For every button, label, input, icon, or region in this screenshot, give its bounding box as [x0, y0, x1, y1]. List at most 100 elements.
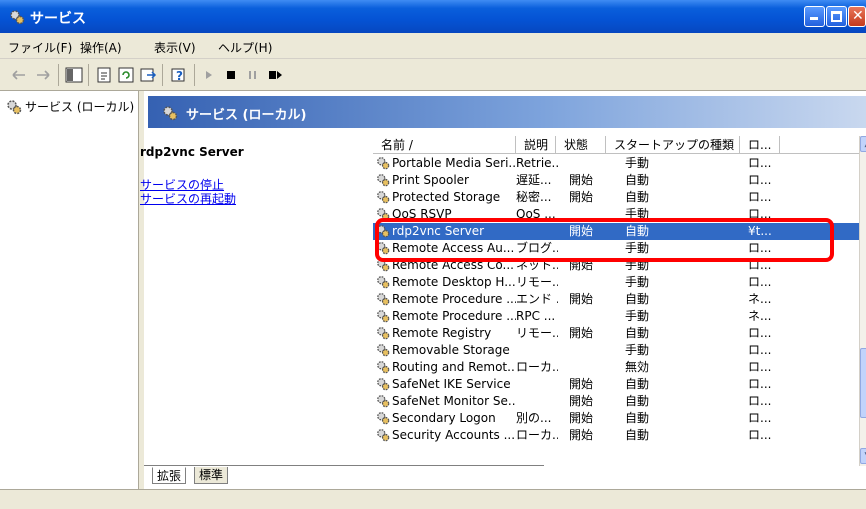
cell-status: 開始 — [569, 394, 594, 408]
cell-logon: ロ... — [748, 394, 772, 408]
cell-logon: ロ... — [748, 190, 772, 204]
details-pane: サービス (ローカル) rdp2vnc Server サービスの停止 サービスの… — [140, 91, 866, 489]
cell-name: Removable Storage — [392, 343, 510, 357]
service-row[interactable]: Remote Procedure ...エンド ... 開始 自動 ネ... — [373, 291, 859, 308]
cell-description: 別の... — [516, 411, 552, 425]
service-row[interactable]: Remote Access Au...ブログ... 手動 ロ... — [373, 240, 859, 257]
restart-icon[interactable] — [266, 66, 284, 84]
back-arrow-icon[interactable] — [10, 66, 28, 84]
cell-description: ネット... — [516, 258, 558, 272]
service-row[interactable]: SafeNet Monitor Se... 開始 自動 ロ... — [373, 393, 859, 410]
column-header-blank — [780, 136, 859, 154]
service-row[interactable]: rdp2vnc Server 開始 自動 ¥t... — [373, 223, 859, 240]
cell-logon: ロ... — [748, 156, 772, 170]
cell-description: ローカ... — [516, 428, 558, 442]
minimize-button[interactable] — [804, 6, 825, 27]
service-row[interactable]: Print Spooler 遅延... 開始 自動 ロ... — [373, 172, 859, 189]
cell-status: 開始 — [569, 428, 594, 442]
tab-standard[interactable]: 標準 — [194, 467, 229, 484]
cell-description: リモー... — [516, 326, 558, 340]
export-icon[interactable] — [139, 66, 157, 84]
service-row[interactable]: Remote Procedure ... RPC ... 手動 ネ... — [373, 308, 859, 325]
cell-name: Portable Media Seri... — [392, 156, 516, 170]
service-row[interactable]: Protected Storage 秘密... 開始 自動 ロ... — [373, 189, 859, 206]
column-header-name[interactable]: 名前 / — [373, 136, 516, 154]
vertical-scrollbar[interactable]: ▲ ▼ — [859, 136, 866, 466]
column-header-status[interactable]: 状態 — [556, 136, 606, 154]
cell-status: 開始 — [569, 190, 594, 204]
tab-extended[interactable]: 拡張 — [152, 467, 187, 484]
forward-arrow-icon[interactable] — [34, 66, 52, 84]
cell-logon: ロ... — [748, 343, 772, 357]
column-header-logon[interactable]: ロ... — [740, 136, 780, 154]
cell-logon: ロ... — [748, 411, 772, 425]
cell-description: Retrie... — [516, 156, 558, 170]
service-gear-icon — [377, 310, 390, 323]
tree-item-services-local[interactable]: サービス (ローカル) — [6, 98, 134, 115]
menu-file[interactable]: ファイル(F) — [8, 39, 72, 56]
cell-startup-type: 自動 — [625, 428, 650, 442]
column-header-startup-type[interactable]: スタートアップの種類 — [606, 136, 740, 154]
refresh-icon[interactable] — [117, 66, 135, 84]
menu-help[interactable]: ヘルプ(H) — [218, 39, 272, 56]
cell-startup-type: 自動 — [625, 411, 650, 425]
show-tree-icon[interactable] — [65, 66, 83, 84]
menu-view[interactable]: 表示(V) — [154, 39, 196, 56]
service-row[interactable]: Routing and Remot...ローカ... 無効 ロ... — [373, 359, 859, 376]
cell-startup-type: 自動 — [625, 190, 650, 204]
service-row[interactable]: SafeNet IKE Service 開始 自動 ロ... — [373, 376, 859, 393]
toolbar: ? — [0, 59, 866, 91]
cell-logon: ネ... — [748, 309, 772, 323]
cell-logon: ロ... — [748, 173, 772, 187]
cell-startup-type: 手動 — [625, 343, 650, 357]
properties-icon[interactable] — [95, 66, 113, 84]
close-button[interactable]: ✕ — [848, 6, 866, 27]
cell-startup-type: 手動 — [625, 309, 650, 323]
service-gear-icon — [377, 208, 390, 221]
service-row[interactable]: Security Accounts ...ローカ... 開始 自動 ロ... — [373, 427, 859, 444]
service-gear-icon — [377, 157, 390, 170]
service-gear-icon — [377, 378, 390, 391]
scroll-down-icon[interactable]: ▼ — [860, 448, 866, 464]
pause-icon[interactable] — [244, 66, 262, 84]
cell-startup-type: 自動 — [625, 224, 650, 238]
column-header-description[interactable]: 説明 — [516, 136, 556, 154]
restart-service-link[interactable]: サービスの再起動 — [140, 190, 236, 207]
cell-logon: ロ... — [748, 241, 772, 255]
maximize-button[interactable] — [826, 6, 847, 27]
cell-description: リモー... — [516, 275, 558, 289]
menu-bar: ファイル(F) 操作(A) 表示(V) ヘルプ(H) — [0, 33, 866, 59]
services-gear-icon — [10, 10, 25, 25]
cell-startup-type: 自動 — [625, 394, 650, 408]
cell-startup-type: 手動 — [625, 275, 650, 289]
cell-startup-type: 自動 — [625, 173, 650, 187]
cell-description: 遅延... — [516, 173, 552, 187]
cell-startup-type: 自動 — [625, 326, 650, 340]
service-row[interactable]: QoS RSVP QoS ... 手動 ロ... — [373, 206, 859, 223]
cell-startup-type: 手動 — [625, 258, 650, 272]
cell-name: Secondary Logon — [392, 411, 496, 425]
scroll-thumb[interactable] — [860, 348, 866, 418]
cell-logon: ¥t... — [748, 224, 772, 238]
cell-name: Print Spooler — [392, 173, 469, 187]
cell-name: Remote Access Au... — [392, 241, 515, 255]
window-title: サービス — [30, 11, 86, 27]
cell-status: 開始 — [569, 411, 594, 425]
stop-icon[interactable] — [222, 66, 240, 84]
service-gear-icon — [377, 361, 390, 374]
service-gear-icon — [377, 293, 390, 306]
help-icon[interactable]: ? — [170, 66, 188, 84]
service-row[interactable]: Portable Media Seri...Retrie... 手動 ロ... — [373, 155, 859, 172]
cell-name: Remote Registry — [392, 326, 492, 340]
service-row[interactable]: Removable Storage 手動 ロ... — [373, 342, 859, 359]
status-bar — [0, 489, 866, 509]
service-row[interactable]: Remote Access Co...ネット... 開始 手動 ロ... — [373, 257, 859, 274]
play-icon[interactable] — [200, 66, 218, 84]
view-tabs: 拡張 標準 — [144, 465, 544, 487]
cell-name: Security Accounts ... — [392, 428, 516, 442]
service-row[interactable]: Remote Desktop H...リモー... 手動 ロ... — [373, 274, 859, 291]
menu-action[interactable]: 操作(A) — [80, 39, 122, 56]
service-row[interactable]: Secondary Logon 別の... 開始 自動 ロ... — [373, 410, 859, 427]
scroll-up-icon[interactable]: ▲ — [860, 136, 866, 152]
service-row[interactable]: Remote Registry リモー... 開始 自動 ロ... — [373, 325, 859, 342]
